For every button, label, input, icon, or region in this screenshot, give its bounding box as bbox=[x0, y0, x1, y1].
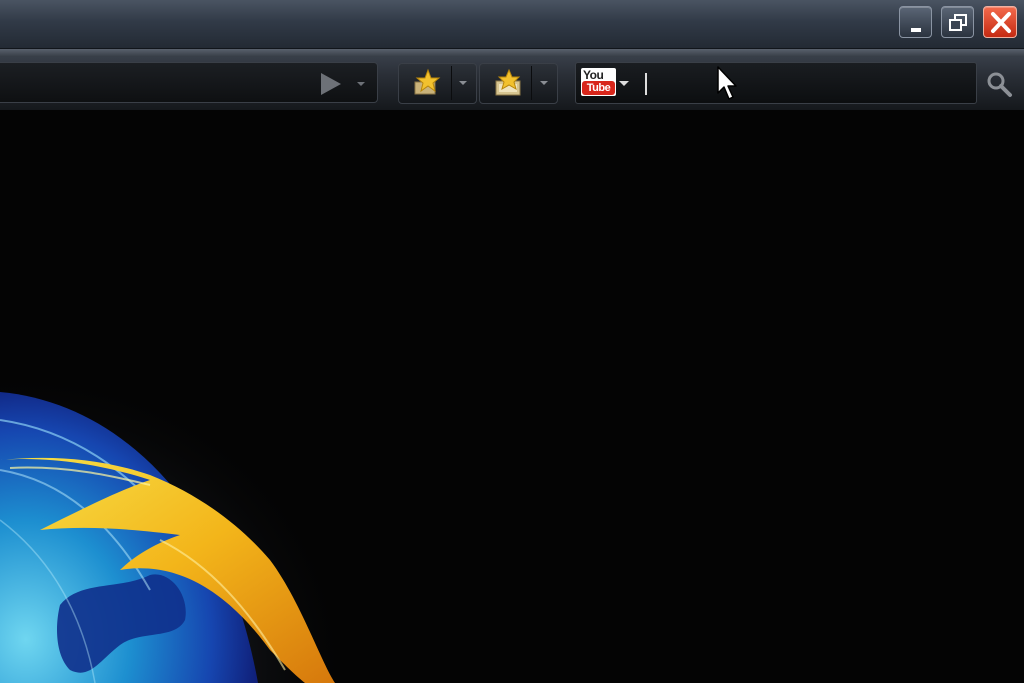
chevron-down-icon[interactable] bbox=[538, 79, 550, 87]
toolbar-top-strip bbox=[0, 49, 1024, 57]
star-icon bbox=[414, 68, 441, 95]
chevron-down-icon[interactable] bbox=[618, 80, 630, 88]
divider bbox=[451, 66, 452, 100]
restore-button[interactable] bbox=[941, 6, 974, 38]
play-arrow-icon[interactable] bbox=[318, 71, 344, 97]
magnifier-icon[interactable] bbox=[986, 71, 1014, 99]
mouse-pointer-icon bbox=[717, 66, 737, 100]
close-icon bbox=[991, 12, 1011, 33]
title-bar bbox=[0, 0, 1024, 49]
logo-text-you: You bbox=[583, 68, 604, 82]
chevron-down-icon[interactable] bbox=[457, 79, 469, 87]
minimize-icon bbox=[911, 28, 921, 32]
restore-icon bbox=[949, 14, 967, 31]
firefox-globe-logo bbox=[0, 360, 360, 683]
text-caret bbox=[645, 73, 647, 95]
search-input[interactable] bbox=[575, 62, 977, 104]
minimize-button[interactable] bbox=[899, 6, 932, 38]
chevron-down-icon[interactable] bbox=[355, 80, 367, 88]
star-folder-icon bbox=[495, 68, 521, 96]
close-button[interactable] bbox=[983, 6, 1017, 38]
search-engine-logo[interactable]: You Tube bbox=[581, 68, 616, 96]
divider bbox=[531, 66, 532, 100]
logo-text-tube: Tube bbox=[582, 81, 615, 95]
